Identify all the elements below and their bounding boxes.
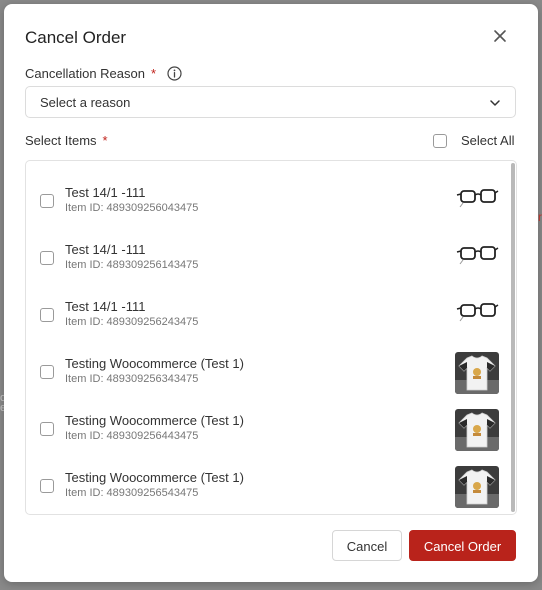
list-item: Testing Woocommerce (Test 1) Item ID: 48…: [26, 466, 512, 514]
list-item: Test 14/1 -111 Item ID: 489309256043475: [26, 185, 512, 242]
tshirt-icon: [455, 409, 499, 451]
close-icon: [494, 30, 506, 42]
tshirt-icon: [455, 466, 499, 508]
cancel-order-button[interactable]: Cancel Order: [409, 530, 516, 561]
required-marker: *: [102, 133, 108, 148]
item-checkbox[interactable]: [40, 251, 54, 265]
list-item: Testing Woocommerce (Test 1) Item ID: 48…: [26, 409, 512, 470]
cancellation-reason-select[interactable]: Select a reason: [25, 86, 516, 118]
background-text: r: [538, 210, 542, 224]
chevron-down-icon: [490, 100, 500, 106]
select-value: Select a reason: [40, 95, 131, 110]
product-thumbnail: [455, 466, 499, 508]
modal-title: Cancel Order: [25, 28, 127, 47]
select-items-label: Select Items *: [25, 133, 108, 148]
tshirt-icon: [455, 352, 499, 394]
item-checkbox[interactable]: [40, 194, 54, 208]
item-id: Item ID: 489309256243475: [65, 316, 199, 328]
item-id: Item ID: 489309256443475: [65, 430, 199, 442]
item-id: Item ID: 489309256143475: [65, 259, 199, 271]
item-id: Item ID: 489309256543475: [65, 487, 199, 499]
cancel-button[interactable]: Cancel: [332, 530, 402, 561]
item-title: Test 14/1 -111: [65, 185, 146, 200]
glasses-icon: [456, 303, 499, 322]
item-id: Item ID: 489309256343475: [65, 373, 199, 385]
glasses-icon: [456, 246, 499, 265]
item-title: Test 14/1 -111: [65, 299, 146, 314]
item-title: Testing Woocommerce (Test 1): [65, 470, 244, 485]
item-checkbox[interactable]: [40, 308, 54, 322]
item-title: Test 14/1 -111: [65, 242, 146, 257]
items-list: Test 14/1 -111 Item ID: 489309256043475 …: [25, 160, 517, 515]
product-thumbnail: [455, 295, 499, 337]
page-backdrop: o e r Cancel Order Cancellation Reason* …: [0, 0, 542, 590]
item-id: Item ID: 489309256043475: [65, 202, 199, 214]
list-item: Test 14/1 -111 Item ID: 489309256243475: [26, 299, 512, 356]
select-all-label[interactable]: Select All: [461, 133, 514, 148]
glasses-icon: [456, 189, 499, 208]
item-checkbox[interactable]: [40, 479, 54, 493]
list-item: Test 14/1 -111 Item ID: 489309256143475: [26, 242, 512, 299]
item-title: Testing Woocommerce (Test 1): [65, 356, 244, 371]
item-checkbox[interactable]: [40, 422, 54, 436]
product-thumbnail: [455, 409, 499, 451]
required-marker: *: [150, 66, 157, 81]
product-thumbnail: [455, 238, 499, 280]
item-checkbox[interactable]: [40, 365, 54, 379]
cancellation-reason-label: Cancellation Reason *: [25, 66, 157, 81]
list-item: Testing Woocommerce (Test 1) Item ID: 48…: [26, 352, 512, 413]
product-thumbnail: [455, 181, 499, 223]
info-icon[interactable]: [167, 66, 182, 81]
product-thumbnail: [455, 352, 499, 394]
cancel-order-modal: Cancel Order Cancellation Reason * Select…: [4, 4, 538, 582]
item-title: Testing Woocommerce (Test 1): [65, 413, 244, 428]
close-button[interactable]: [490, 26, 510, 46]
select-all-checkbox[interactable]: [433, 134, 447, 148]
